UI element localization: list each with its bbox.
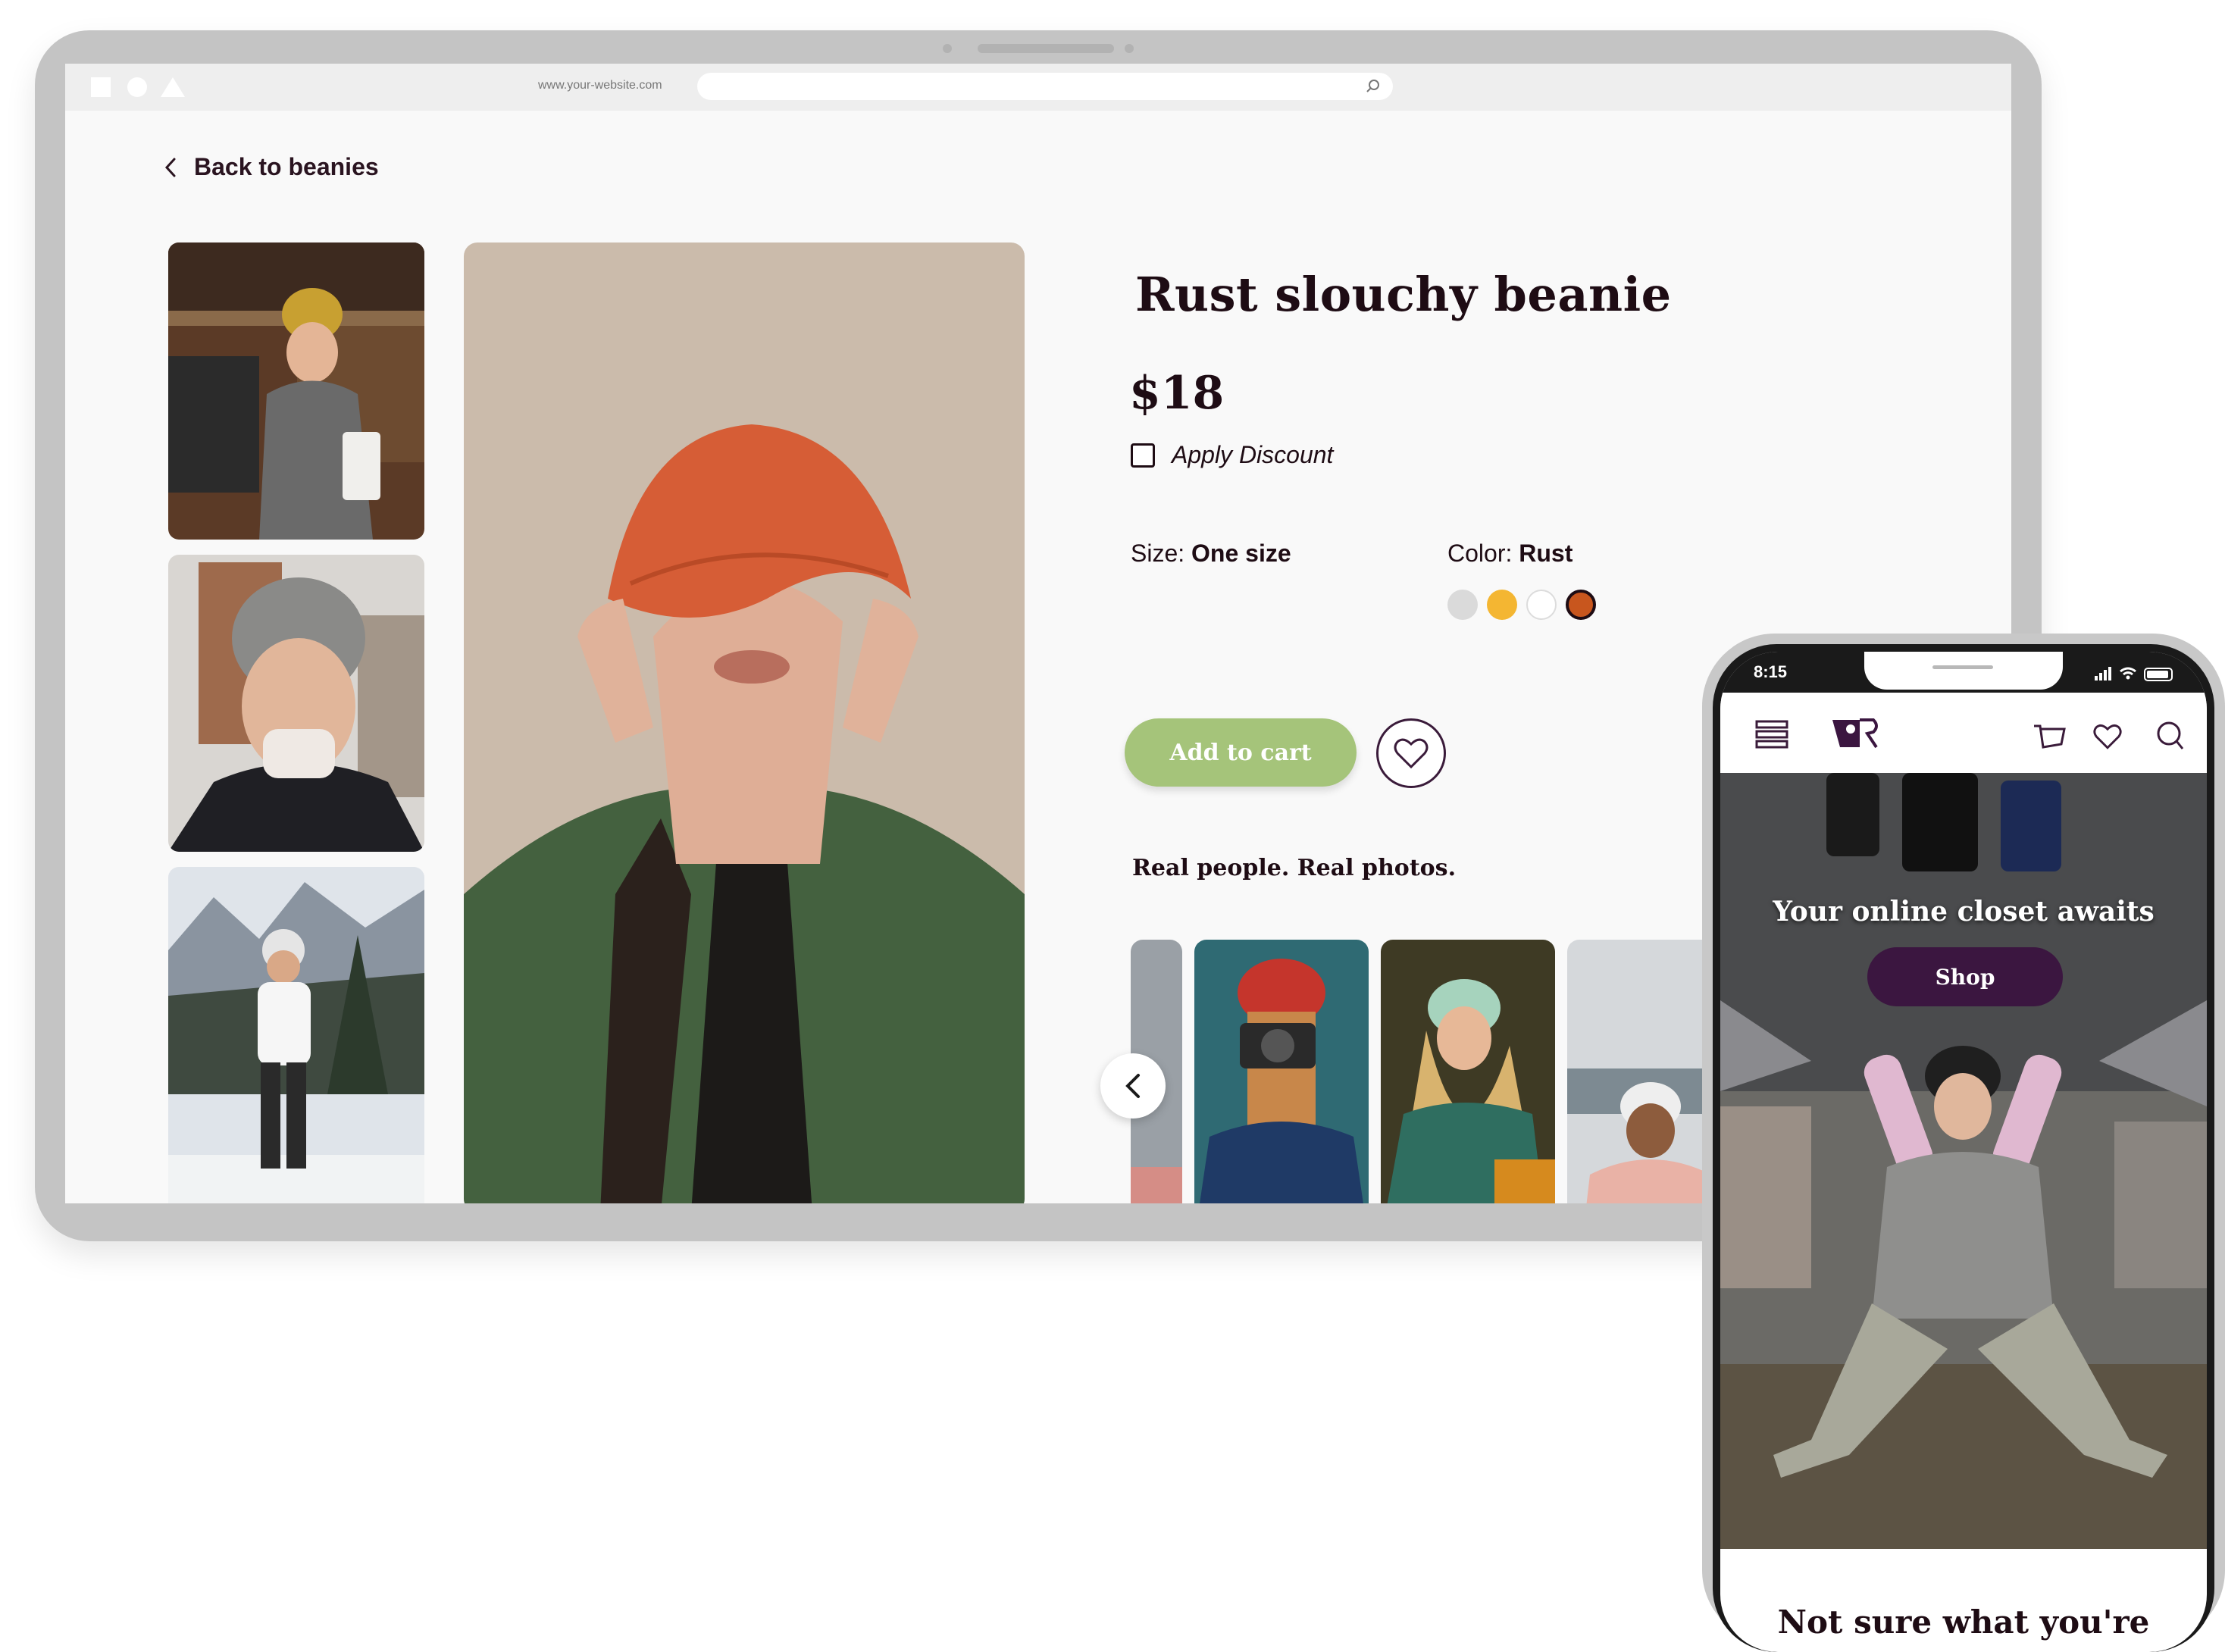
size-info: Size: One size	[1131, 540, 1291, 568]
color-swatch[interactable]	[1487, 590, 1517, 620]
phone-mockup: 8:15 Your online closet awaits Shop Not …	[1702, 634, 2225, 1652]
apply-discount[interactable]: Apply Discount	[1131, 441, 1333, 469]
triangle-window-icon[interactable]	[161, 77, 185, 97]
carousel-prev-button[interactable]	[1100, 1053, 1166, 1119]
heart-icon	[1394, 738, 1429, 769]
product-title: Rust slouchy beanie	[1135, 267, 1672, 322]
size-value: One size	[1191, 540, 1291, 567]
real-photos-heading: Real people. Real photos.	[1132, 855, 1457, 881]
back-link-label: Back to beanies	[194, 153, 379, 180]
size-label: Size:	[1131, 540, 1185, 567]
url-text: www.your-website.com	[538, 79, 662, 92]
add-to-cart-button[interactable]: Add to cart	[1125, 718, 1357, 787]
discount-checkbox[interactable]	[1131, 443, 1155, 468]
discount-label: Apply Discount	[1172, 441, 1334, 468]
search-icon[interactable]	[1364, 77, 1382, 95]
status-bar: 8:15	[1720, 652, 2207, 693]
phone-navbar	[1720, 693, 2207, 771]
status-time: 8:15	[1754, 662, 1788, 681]
phone-screen: 8:15 Your online closet awaits Shop Not …	[1720, 652, 2207, 1652]
back-link[interactable]: Back to beanies	[164, 153, 379, 181]
color-value: Rust	[1519, 540, 1573, 567]
square-window-icon[interactable]	[91, 77, 111, 97]
ugc-photo[interactable]	[1567, 940, 1711, 1203]
color-swatches	[1447, 590, 1596, 620]
chevron-left-icon	[1125, 1074, 1140, 1098]
camera-dot	[943, 44, 952, 53]
phone-notch	[1864, 652, 2063, 690]
color-swatch[interactable]	[1566, 590, 1596, 620]
menu-icon[interactable]	[1755, 720, 1788, 749]
shop-button[interactable]: Shop	[1867, 947, 2063, 1006]
main-product-image	[464, 242, 1025, 1203]
ugc-photo[interactable]	[1194, 940, 1369, 1203]
search-icon[interactable]	[2155, 720, 2186, 752]
cart-icon[interactable]	[2033, 721, 2066, 750]
ugc-photo[interactable]	[1381, 940, 1555, 1203]
camera-dot	[1125, 44, 1134, 53]
color-swatch[interactable]	[1526, 590, 1557, 620]
section-heading: Not sure what you're	[1777, 1604, 2150, 1641]
color-label: Color:	[1447, 540, 1513, 567]
color-swatch[interactable]	[1447, 590, 1478, 620]
heart-icon[interactable]	[2092, 723, 2123, 750]
camera-bar	[978, 44, 1114, 53]
address-bar[interactable]	[697, 73, 1393, 100]
chevron-left-icon	[164, 158, 176, 177]
thumbnail-image[interactable]	[168, 242, 424, 540]
hero-banner: Your online closet awaits Shop	[1720, 773, 2207, 1549]
browser-toolbar: www.your-website.com	[65, 64, 2011, 111]
wishlist-button[interactable]	[1376, 718, 1446, 788]
color-info: Color: Rust	[1447, 540, 1573, 568]
brand-logo[interactable]	[1831, 715, 1881, 752]
hero-heading: Your online closet awaits	[1773, 896, 2155, 928]
thumbnail-image[interactable]	[168, 867, 424, 1203]
circle-window-icon[interactable]	[127, 77, 147, 97]
product-price: $18	[1129, 367, 1225, 420]
thumbnail-image[interactable]	[168, 555, 424, 852]
status-icons	[2095, 667, 2173, 681]
